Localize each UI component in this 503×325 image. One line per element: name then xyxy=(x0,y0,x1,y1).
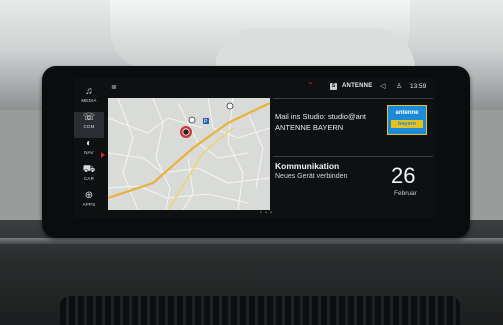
radio-widget[interactable]: Mail ins Studio: studio@ant ANTENNE BAYE… xyxy=(273,98,433,157)
phone-screen-icon: ☏ xyxy=(82,112,96,123)
widget-title: Kommunikation xyxy=(275,161,340,171)
sidebar-item-car[interactable]: ⛟ CAR xyxy=(74,164,104,190)
radio-text-line: Mail ins Studio: studio@ant xyxy=(275,112,366,121)
page-indicator: • • • xyxy=(260,210,274,216)
apps-icon: ⊕ xyxy=(84,190,94,201)
user-profile-icon[interactable]: ♙ xyxy=(396,82,402,90)
sidebar-item-apps[interactable]: ⊕ APPS xyxy=(74,190,104,216)
sidebar-item-nav[interactable]: ◐ NAV xyxy=(74,138,104,164)
destination-marker[interactable] xyxy=(226,102,234,110)
radio-station-name: ANTENNE BAYERN xyxy=(275,123,344,132)
sidebar-item-label: APPS xyxy=(82,202,96,207)
sidebar: ♫ MEDIA ☏ COM ◐ NAV ⛟ CAR ⊕ APPS xyxy=(74,78,104,218)
communication-widget[interactable]: Kommunikation Neues Gerät verbinden 26 F… xyxy=(273,156,433,215)
sidebar-item-com[interactable]: ☏ COM xyxy=(74,112,104,138)
current-station[interactable]: ANTENNE xyxy=(342,83,372,89)
source-badge: S xyxy=(330,83,337,90)
sidebar-item-label: MEDIA xyxy=(81,98,97,103)
connect-device-link[interactable]: Neues Gerät verbinden xyxy=(275,173,347,180)
map-widget[interactable]: P xyxy=(108,98,270,210)
music-note-icon: ♫ xyxy=(85,86,93,97)
dashboard-trim xyxy=(0,238,503,244)
status-bar: ≣ ⌃ S ANTENNE ◁ ♙ 13:59 xyxy=(104,78,436,96)
car-icon: ⛟ xyxy=(82,164,96,175)
map-canvas: P xyxy=(108,98,270,210)
station-logo: antenne bayern xyxy=(387,105,427,135)
date-month: Februar xyxy=(394,190,417,197)
station-logo-bottom: bayern xyxy=(391,120,423,128)
active-page-marker xyxy=(101,152,105,158)
alert-chevron-icon[interactable]: ⌃ xyxy=(307,81,314,90)
sidebar-item-label: COM xyxy=(83,124,95,129)
waypoint-marker[interactable] xyxy=(188,116,196,124)
sidebar-item-label: CAR xyxy=(83,176,95,181)
volume-icon: ◁ xyxy=(380,83,386,90)
clock: 13:59 xyxy=(410,83,427,90)
infotainment-screen: ♫ MEDIA ☏ COM ◐ NAV ⛟ CAR ⊕ APPS ≣ ⌃ S A… xyxy=(74,78,436,218)
menu-icon[interactable]: ≣ xyxy=(111,83,117,91)
current-position-icon xyxy=(182,128,190,136)
station-logo-top: antenne xyxy=(395,110,419,116)
date-day: 26 xyxy=(391,163,416,188)
air-vent xyxy=(60,296,460,325)
navigation-icon: ◐ xyxy=(85,138,93,149)
sidebar-item-label: NAV xyxy=(84,150,94,155)
sidebar-item-media[interactable]: ♫ MEDIA xyxy=(74,86,104,112)
